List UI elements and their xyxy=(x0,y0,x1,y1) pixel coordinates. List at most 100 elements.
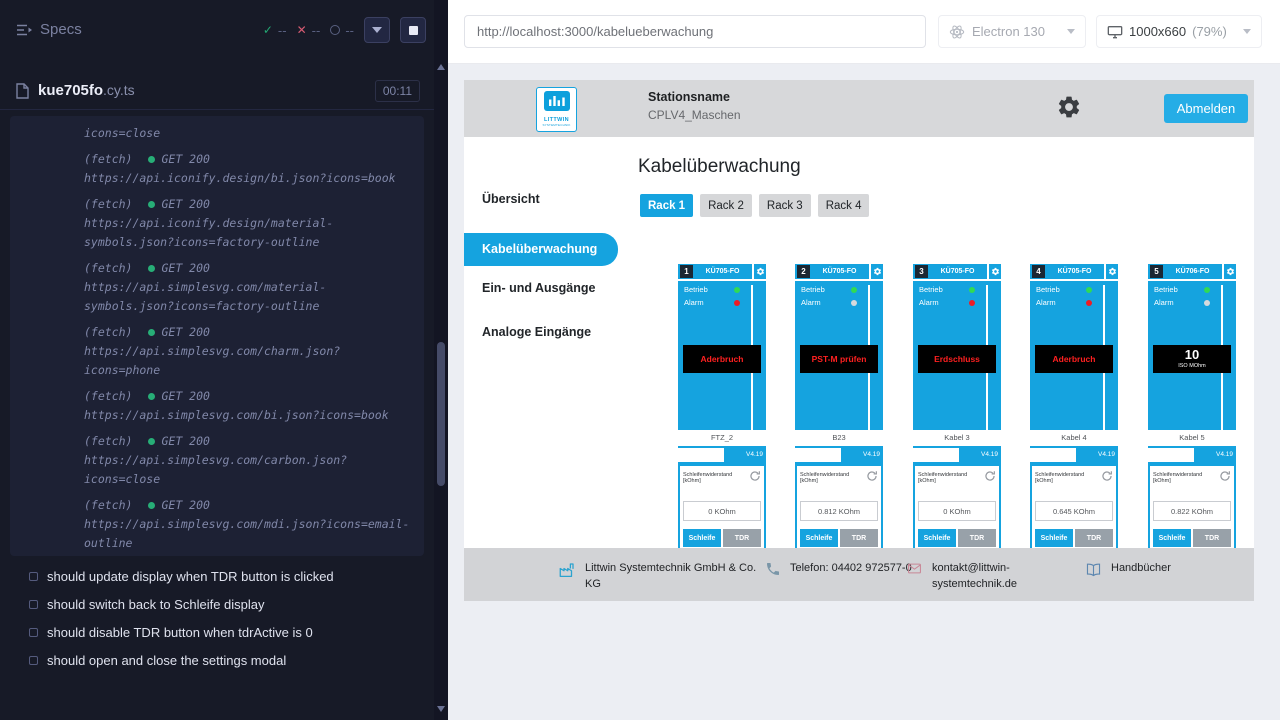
test-collapse-icon xyxy=(29,600,38,609)
log-url-line[interactable]: https://api.iconify.design/bi.json?icons… xyxy=(84,169,412,188)
spec-timer: 00:11 xyxy=(375,80,420,102)
refresh-icon[interactable] xyxy=(866,469,878,487)
footer-manuals[interactable]: Handbücher xyxy=(1085,560,1171,578)
schleife-button[interactable]: Schleife xyxy=(918,529,956,547)
screen: Specs ✓-- ✕-- -- kue705fo.cy.ts 00:11 ic… xyxy=(0,0,1280,720)
aut-stage: LITTWIN SYSTEMTECHNIK Stationsname CPLV4… xyxy=(448,64,1280,720)
device-model: KÜ706-FO xyxy=(1163,268,1222,275)
cable-name-field: FTZ_2 xyxy=(678,430,766,446)
log-fetch-line[interactable]: (fetch)GET 200 xyxy=(84,387,412,406)
test-row[interactable]: should update display when TDR button is… xyxy=(0,562,434,590)
specs-label: Specs xyxy=(40,21,82,38)
test-row[interactable]: should open and close the settings modal xyxy=(0,646,434,674)
schleife-button[interactable]: Schleife xyxy=(1153,529,1191,547)
alarm-led xyxy=(734,300,740,306)
logout-button[interactable]: Abmelden xyxy=(1164,94,1248,123)
settings-gear-icon[interactable] xyxy=(1056,94,1084,122)
run-stats: ✓-- ✕-- -- xyxy=(263,17,426,43)
tdr-button[interactable]: TDR xyxy=(958,529,996,547)
log-fetch-line[interactable]: (fetch)GET 200 xyxy=(84,432,412,451)
device-card-4: 4KÜ705-FO Betrieb Alarm Aderbruch Kabel … xyxy=(1030,264,1118,574)
device-settings-icon[interactable] xyxy=(1104,264,1118,279)
specs-menu-icon xyxy=(16,23,32,37)
tdr-button[interactable]: TDR xyxy=(840,529,878,547)
schleife-button[interactable]: Schleife xyxy=(1035,529,1073,547)
collapse-reporter-button[interactable] xyxy=(364,17,390,43)
log-fetch-line[interactable]: (fetch)GET 200 xyxy=(84,150,412,169)
email-icon xyxy=(906,561,923,576)
log-url-line[interactable]: https://api.simplesvg.com/charm.json?ico… xyxy=(84,342,412,380)
device-card-2: 2KÜ705-FO Betrieb Alarm PST-M prüfen B23… xyxy=(795,264,883,574)
device-settings-icon[interactable] xyxy=(1222,264,1236,279)
cypress-reporter-panel: Specs ✓-- ✕-- -- kue705fo.cy.ts 00:11 ic… xyxy=(0,0,434,720)
schleife-button[interactable]: Schleife xyxy=(800,529,838,547)
alarm-led xyxy=(851,300,857,306)
log-fetch-line[interactable]: (fetch)GET 200 xyxy=(84,195,412,214)
status-200-dot xyxy=(148,329,155,336)
tab-rack-1[interactable]: Rack 1 xyxy=(640,194,693,217)
test-row[interactable]: should switch back to Schleife display xyxy=(0,590,434,618)
log-fetch-line[interactable]: (fetch)GET 200 xyxy=(84,323,412,342)
device-number: 3 xyxy=(915,265,928,278)
url-input[interactable] xyxy=(464,15,926,48)
device-number: 4 xyxy=(1032,265,1045,278)
browser-name: Electron 130 xyxy=(972,24,1045,39)
phone-icon xyxy=(765,561,781,577)
browser-select[interactable]: Electron 130 xyxy=(938,15,1086,48)
firmware-version: V4.19 xyxy=(841,448,883,462)
device-settings-icon[interactable] xyxy=(987,264,1001,279)
log-url-line[interactable]: icons=close xyxy=(84,124,412,143)
log-url-line[interactable]: https://api.simplesvg.com/bi.json?icons=… xyxy=(84,406,412,425)
stat-pending: -- xyxy=(330,23,354,38)
log-fetch-line[interactable]: (fetch)GET 200 xyxy=(84,259,412,278)
refresh-icon[interactable] xyxy=(749,469,761,487)
resistance-value: 0 KOhm xyxy=(918,501,996,521)
scroll-down-arrow[interactable] xyxy=(437,706,445,712)
tdr-button[interactable]: TDR xyxy=(723,529,761,547)
log-url-line[interactable]: https://api.iconify.design/material-symb… xyxy=(84,214,412,252)
status-200-dot xyxy=(148,201,155,208)
status-200-dot xyxy=(148,438,155,445)
log-url-line[interactable]: https://api.simplesvg.com/mdi.json?icons… xyxy=(84,515,412,553)
betrieb-led xyxy=(1086,287,1092,293)
station-name: CPLV4_Maschen xyxy=(648,108,741,122)
device-card-1: 1KÜ705-FO Betrieb Alarm Aderbruch FTZ_2 … xyxy=(678,264,766,574)
scroll-up-arrow[interactable] xyxy=(437,64,445,70)
stop-run-button[interactable] xyxy=(400,17,426,43)
log-url-line[interactable]: https://api.simplesvg.com/carbon.json?ic… xyxy=(84,451,412,489)
footer-email[interactable]: kontakt@littwin-systemtechnik.de xyxy=(906,560,1036,592)
measurement-label: Schleifenwiderstand [kOhm] xyxy=(1153,469,1219,484)
kabelueberwachung-app: LITTWIN SYSTEMTECHNIK Stationsname CPLV4… xyxy=(464,80,1254,601)
tab-rack-2[interactable]: Rack 2 xyxy=(700,194,752,217)
sidebar-item-ein-und-ausgaenge[interactable]: Ein- und Ausgänge xyxy=(464,280,595,297)
firmware-version: V4.19 xyxy=(1194,448,1236,462)
spec-header[interactable]: kue705fo.cy.ts 00:11 xyxy=(0,72,434,110)
sidebar-item-uebersicht[interactable]: Übersicht xyxy=(464,191,540,208)
viewport-select[interactable]: 1000x660 (79%) xyxy=(1096,15,1262,48)
device-settings-icon[interactable] xyxy=(869,264,883,279)
scrollbar-thumb[interactable] xyxy=(437,342,445,486)
refresh-icon[interactable] xyxy=(1219,469,1231,487)
page-title: Kabelüberwachung xyxy=(638,156,801,178)
device-model: KÜ705-FO xyxy=(693,268,752,275)
spare-field xyxy=(678,448,724,462)
log-fetch-line[interactable]: (fetch)GET 200 xyxy=(84,496,412,515)
spec-name: kue705fo.cy.ts xyxy=(38,82,135,99)
sidebar-item-kabelueberwachung[interactable]: Kabelüberwachung xyxy=(464,233,618,266)
device-number: 2 xyxy=(797,265,810,278)
refresh-icon[interactable] xyxy=(1101,469,1113,487)
tdr-button[interactable]: TDR xyxy=(1193,529,1231,547)
reporter-scrollbar[interactable] xyxy=(434,0,448,720)
test-row[interactable]: should disable TDR button when tdrActive… xyxy=(0,618,434,646)
sidebar-item-analoge-eingaenge[interactable]: Analoge Eingänge xyxy=(464,324,591,341)
tdr-button[interactable]: TDR xyxy=(1075,529,1113,547)
device-settings-icon[interactable] xyxy=(752,264,766,279)
tab-rack-4[interactable]: Rack 4 xyxy=(818,194,870,217)
specs-menu-button[interactable]: Specs xyxy=(16,21,82,38)
tab-rack-3[interactable]: Rack 3 xyxy=(759,194,811,217)
refresh-icon[interactable] xyxy=(984,469,996,487)
status-200-dot xyxy=(148,502,155,509)
measurement-label: Schleifenwiderstand [kOhm] xyxy=(683,469,749,484)
log-url-line[interactable]: https://api.simplesvg.com/material-symbo… xyxy=(84,278,412,316)
schleife-button[interactable]: Schleife xyxy=(683,529,721,547)
